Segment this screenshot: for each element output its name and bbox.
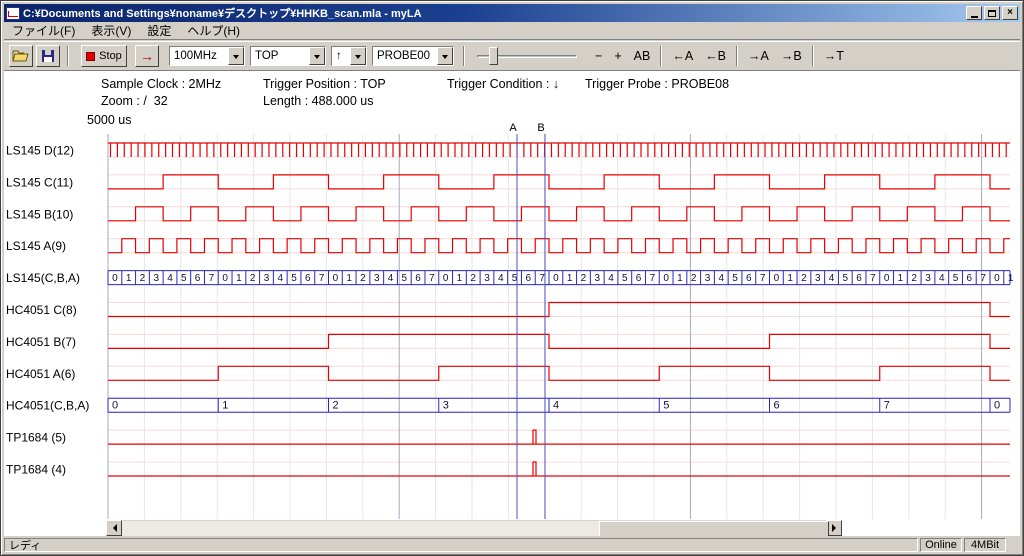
minimize-icon xyxy=(971,16,978,18)
trigger-condition-info: Trigger Condition : ↓ xyxy=(447,77,559,91)
trigger-probe-select[interactable]: PROBE00 xyxy=(372,46,454,66)
ab-button[interactable]: AB xyxy=(628,46,657,66)
scroll-right-icon xyxy=(832,524,840,532)
sample-clock-info: Sample Clock : 2MHz xyxy=(101,77,221,91)
close-icon: × xyxy=(1007,8,1013,18)
status-message: レディ xyxy=(4,538,918,552)
menu-settings[interactable]: 設定 xyxy=(139,21,179,40)
app-icon xyxy=(6,7,20,20)
menu-help[interactable]: ヘルプ(H) xyxy=(179,21,248,40)
trigger-edge-value: ↑ xyxy=(332,47,350,65)
scroll-thumb[interactable] xyxy=(599,521,829,537)
dropdown-arrow-icon[interactable] xyxy=(228,47,244,65)
trigger-edge-select[interactable]: ↑ xyxy=(331,46,367,66)
menu-view[interactable]: 表示(V) xyxy=(83,21,139,40)
goto-b-prev-button[interactable]: ←B xyxy=(699,46,732,66)
goto-b-next-button[interactable]: →B xyxy=(775,46,808,66)
time-axis-label: 5000 us xyxy=(87,113,131,127)
waveform-panel xyxy=(4,70,1020,536)
run-arrow-icon: → xyxy=(140,48,154,64)
trigger-position-value: TOP xyxy=(251,47,309,65)
goto-a-prev-button[interactable]: ←A xyxy=(666,46,699,66)
window-title: C:¥Documents and Settings¥noname¥デスクトップ¥… xyxy=(23,5,966,21)
status-memory: 4MBit xyxy=(964,538,1006,552)
trigger-probe-info: Trigger Probe : PROBE08 xyxy=(585,77,729,91)
dropdown-arrow-icon[interactable] xyxy=(437,47,453,65)
stop-button[interactable]: Stop xyxy=(81,45,127,67)
open-button[interactable] xyxy=(9,45,33,67)
scroll-left-button[interactable] xyxy=(106,520,122,536)
resize-grip xyxy=(1008,538,1020,552)
maximize-icon xyxy=(988,10,996,17)
trigger-position-select[interactable]: TOP xyxy=(250,46,326,66)
toolbar-separator xyxy=(812,46,814,66)
stop-label: Stop xyxy=(99,50,122,62)
goto-a-next-button[interactable]: →A xyxy=(742,46,775,66)
sample-clock-value: 100MHz xyxy=(170,47,228,65)
app-window: C:¥Documents and Settings¥noname¥デスクトップ¥… xyxy=(0,0,1024,556)
status-online: Online xyxy=(920,538,962,552)
close-button[interactable]: × xyxy=(1002,6,1018,20)
save-button[interactable] xyxy=(36,45,60,67)
run-button[interactable]: → xyxy=(135,45,159,67)
zoom-slider-thumb[interactable] xyxy=(489,47,498,65)
menu-bar: ファイル(F) 表示(V) 設定 ヘルプ(H) xyxy=(4,22,1020,40)
menu-file[interactable]: ファイル(F) xyxy=(4,21,83,40)
scroll-left-icon xyxy=(109,524,117,532)
scroll-track[interactable] xyxy=(122,520,826,536)
trigger-probe-value: PROBE00 xyxy=(373,47,437,65)
title-bar: C:¥Documents and Settings¥noname¥デスクトップ¥… xyxy=(4,4,1020,22)
zoom-info: Zoom : / 32 xyxy=(101,94,168,108)
maximize-button[interactable] xyxy=(984,6,1000,20)
toolbar-separator xyxy=(736,46,738,66)
status-bar: レディ Online 4MBit xyxy=(4,536,1020,552)
horizontal-scrollbar[interactable] xyxy=(106,520,842,536)
zoom-slider[interactable] xyxy=(477,45,577,67)
minimize-button[interactable] xyxy=(966,6,982,20)
dropdown-arrow-icon[interactable] xyxy=(350,47,366,65)
toolbar-separator xyxy=(67,46,69,66)
stop-icon xyxy=(86,52,95,61)
goto-trigger-button[interactable]: →T xyxy=(818,46,850,66)
floppy-icon xyxy=(41,49,55,63)
zoom-in-button[interactable]: + xyxy=(608,46,627,66)
toolbar: Stop → 100MHz TOP ↑ PROBE00 − + AB xyxy=(4,41,1020,70)
toolbar-separator xyxy=(660,46,662,66)
zoom-out-button[interactable]: − xyxy=(589,46,608,66)
open-folder-icon xyxy=(12,49,30,63)
toolbar-separator xyxy=(463,46,465,66)
length-info: Length : 488.000 us xyxy=(263,94,374,108)
sample-clock-select[interactable]: 100MHz xyxy=(169,46,245,66)
trigger-position-info: Trigger Position : TOP xyxy=(263,77,386,91)
dropdown-arrow-icon[interactable] xyxy=(309,47,325,65)
